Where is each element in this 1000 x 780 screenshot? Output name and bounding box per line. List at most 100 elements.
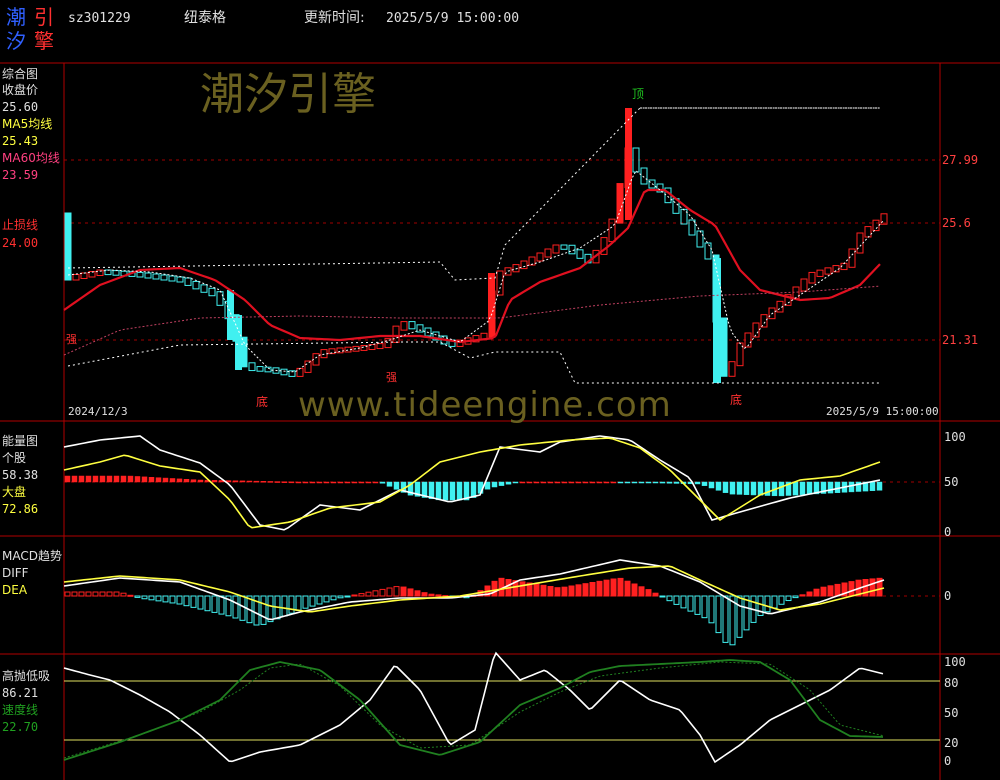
macd-bar bbox=[645, 589, 652, 597]
macd-dea-line bbox=[63, 565, 885, 613]
macd-bar bbox=[351, 594, 358, 597]
candle bbox=[192, 280, 200, 290]
macd-panel-title: MACD趋势 bbox=[2, 549, 62, 563]
candle bbox=[208, 287, 216, 297]
close-price-value: 25.60 bbox=[2, 100, 39, 114]
energy-bar bbox=[120, 475, 127, 483]
osc-ytick-50: 50 bbox=[944, 706, 959, 720]
candle bbox=[728, 361, 736, 377]
energy-bar bbox=[239, 480, 246, 483]
macd-bar bbox=[428, 593, 435, 597]
macd-bar bbox=[722, 595, 729, 643]
energy-bar bbox=[302, 481, 309, 484]
osc-panel-title: 高抛低吸 bbox=[2, 669, 51, 683]
candle bbox=[408, 321, 416, 330]
top-mark: 顶 bbox=[632, 87, 645, 101]
macd-bar bbox=[610, 578, 617, 597]
macd-bar bbox=[652, 592, 659, 597]
main-panel-title: 综合图 bbox=[2, 67, 39, 81]
macd-bar bbox=[624, 580, 631, 597]
macd-bar bbox=[813, 588, 820, 597]
energy-bar bbox=[778, 481, 785, 497]
energy-bar bbox=[512, 481, 519, 484]
energy-bar bbox=[106, 475, 113, 483]
energy-bar bbox=[519, 481, 526, 484]
energy-bar bbox=[631, 481, 638, 484]
macd-bar bbox=[113, 591, 120, 597]
macd-bar bbox=[582, 583, 589, 597]
energy-stock-label: 个股 bbox=[2, 451, 27, 465]
energy-bar bbox=[729, 481, 736, 495]
energy-bar bbox=[526, 481, 533, 484]
macd-bar bbox=[71, 591, 78, 597]
energy-bar bbox=[197, 479, 204, 483]
energy-bar bbox=[757, 481, 764, 496]
energy-bar bbox=[442, 481, 449, 501]
macd-bar bbox=[211, 595, 218, 613]
candle bbox=[264, 366, 272, 373]
osc-speed-label: 速度线 bbox=[2, 703, 39, 717]
main-ytick-high: 27.99 bbox=[942, 153, 979, 167]
energy-ytick-50: 50 bbox=[944, 475, 959, 489]
watermark-url: www.tideengine.com bbox=[298, 385, 672, 425]
candle bbox=[696, 230, 704, 248]
energy-bar bbox=[876, 481, 883, 491]
macd-bar bbox=[106, 591, 113, 597]
macd-bar bbox=[806, 591, 813, 597]
macd-bar bbox=[239, 595, 246, 621]
logo-char-1: 潮 bbox=[6, 5, 26, 29]
macd-bar bbox=[869, 578, 876, 597]
candle bbox=[184, 277, 192, 286]
energy-bar bbox=[827, 481, 834, 494]
energy-bar bbox=[540, 481, 547, 484]
energy-bar bbox=[330, 481, 337, 484]
candle bbox=[760, 314, 768, 328]
candle bbox=[816, 269, 824, 277]
energy-bar bbox=[701, 481, 708, 486]
watermark-logo: 潮汐引擎 bbox=[200, 69, 376, 120]
candle bbox=[856, 232, 864, 254]
energy-bar bbox=[498, 481, 505, 486]
macd-bar bbox=[204, 595, 211, 612]
stop-loss-line bbox=[63, 188, 881, 344]
energy-bar bbox=[155, 477, 162, 483]
candle bbox=[72, 274, 80, 281]
macd-bar bbox=[162, 595, 169, 603]
macd-bar bbox=[589, 582, 596, 597]
macd-bar bbox=[421, 592, 428, 597]
macd-bar bbox=[568, 585, 575, 597]
energy-bar bbox=[435, 481, 442, 501]
macd-bar bbox=[316, 595, 323, 605]
main-ytick-mid: 25.6 bbox=[942, 216, 971, 230]
osc-main-line bbox=[63, 651, 884, 764]
candle bbox=[800, 278, 808, 292]
energy-bar bbox=[743, 481, 750, 495]
energy-bar bbox=[736, 481, 743, 495]
candle bbox=[200, 284, 208, 293]
macd-bar bbox=[169, 595, 176, 604]
candle bbox=[792, 286, 800, 300]
macd-bar bbox=[281, 595, 288, 617]
energy-bar bbox=[232, 480, 239, 483]
ma5-value: 25.43 bbox=[2, 134, 39, 148]
macd-bar bbox=[771, 595, 778, 609]
energy-bar bbox=[127, 475, 134, 483]
ma60-value: 23.59 bbox=[2, 168, 39, 182]
energy-ytick-0: 0 bbox=[944, 525, 952, 539]
ma60-label: MA60均线 bbox=[2, 151, 60, 165]
candle bbox=[112, 270, 120, 276]
energy-bar bbox=[148, 477, 155, 483]
energy-bar bbox=[358, 481, 365, 484]
macd-bar bbox=[141, 595, 148, 600]
candle bbox=[568, 244, 576, 255]
macd-bar bbox=[519, 581, 526, 597]
macd-bar bbox=[64, 591, 71, 597]
candle bbox=[496, 270, 504, 296]
candle bbox=[256, 366, 264, 372]
stop-loss-value: 24.00 bbox=[2, 236, 39, 250]
energy-bar bbox=[309, 481, 316, 484]
candle bbox=[168, 275, 176, 282]
energy-bar bbox=[372, 481, 379, 484]
macd-bar bbox=[820, 586, 827, 597]
macd-bar bbox=[99, 591, 106, 597]
